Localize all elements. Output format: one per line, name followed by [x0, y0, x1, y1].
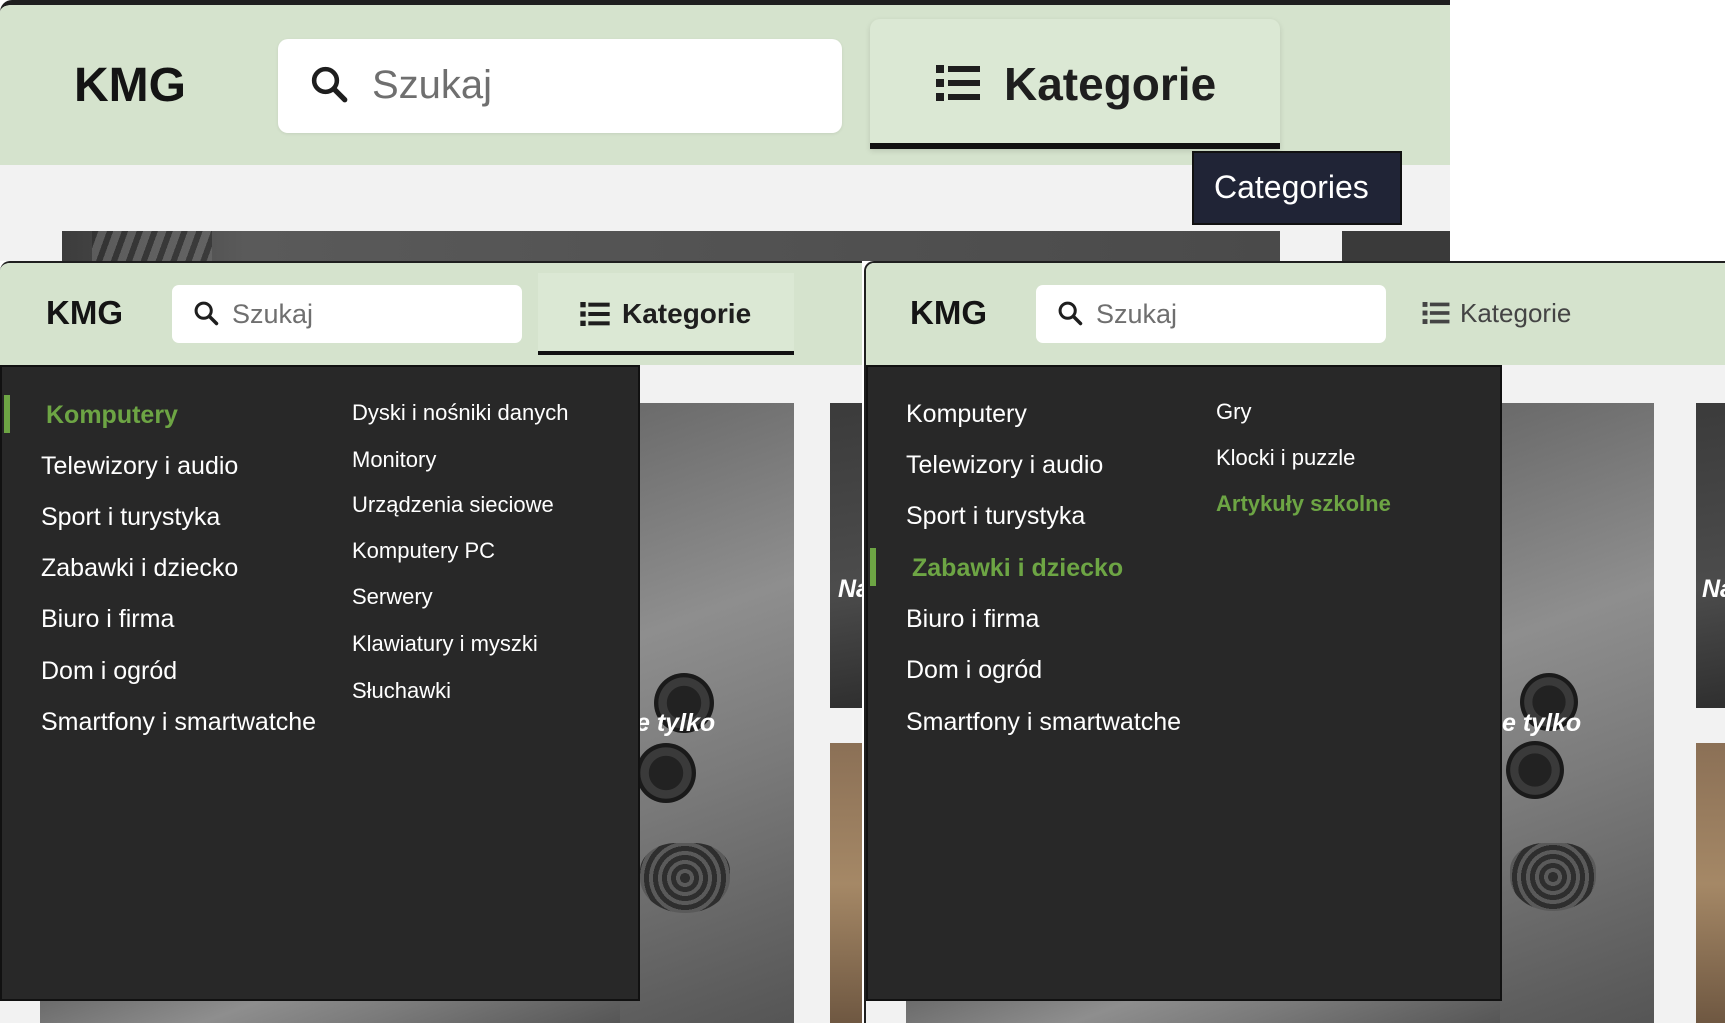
- search-icon: [194, 301, 219, 326]
- category-item-smartfony[interactable]: Smartfony i smartwatche: [906, 708, 1181, 737]
- product-photo[interactable]: e tylko: [620, 403, 794, 1023]
- plant-leaf-image: [92, 231, 212, 261]
- category-item-zabawki[interactable]: Zabawki i dziecko: [912, 554, 1123, 583]
- product-photo[interactable]: Na: [830, 403, 862, 708]
- search-placeholder: Szukaj: [372, 63, 493, 107]
- categories-dropdown: Komputery Telewizory i audio Sport i tur…: [866, 365, 1502, 1001]
- product-photo[interactable]: [906, 998, 1500, 1023]
- categories-button[interactable]: Kategorie: [538, 273, 794, 355]
- subcategory-item[interactable]: Klawiatury i myszki: [352, 631, 538, 657]
- search-icon: [1058, 301, 1083, 326]
- site-header: KMG Szukaj Kategorie: [866, 263, 1725, 365]
- category-item-dom[interactable]: Dom i ogród: [41, 657, 177, 686]
- subcategory-item[interactable]: Serwery: [352, 584, 433, 610]
- product-photo[interactable]: e tylko: [1500, 403, 1654, 1023]
- list-icon: [580, 302, 610, 326]
- categories-button-label: Kategorie: [1460, 298, 1572, 328]
- categories-button[interactable]: Kategorie: [1422, 273, 1642, 355]
- category-item-biuro[interactable]: Biuro i firma: [41, 605, 174, 634]
- coffee-cup-image: [636, 743, 696, 803]
- category-item-komputery[interactable]: Komputery: [906, 400, 1027, 429]
- categories-dropdown: Komputery Telewizory i audio Sport i tur…: [0, 365, 640, 1001]
- category-item-biuro[interactable]: Biuro i firma: [906, 605, 1039, 634]
- list-icon: [936, 65, 980, 101]
- gamepad-image: [640, 843, 730, 913]
- product-photo[interactable]: Na: [1696, 403, 1725, 708]
- categories-button-label: Kategorie: [622, 298, 752, 329]
- side-banner-image: [1342, 231, 1450, 261]
- site-header: KMG Szukaj Kategorie: [0, 5, 1450, 165]
- subcategory-item[interactable]: Słuchawki: [352, 678, 451, 704]
- search-input[interactable]: Szukaj: [1036, 285, 1386, 343]
- subcategory-item-hovered[interactable]: Artykuły szkolne: [1216, 491, 1391, 517]
- search-placeholder: Szukaj: [232, 299, 314, 329]
- subcategory-item[interactable]: Klocki i puzzle: [1216, 445, 1355, 471]
- active-category-indicator: [870, 548, 876, 586]
- site-logo[interactable]: KMG: [46, 294, 123, 332]
- subcategory-item[interactable]: Gry: [1216, 399, 1251, 425]
- category-item-sport[interactable]: Sport i turystyka: [41, 503, 220, 532]
- product-photo[interactable]: [1696, 743, 1725, 1023]
- category-item-telewizory[interactable]: Telewizory i audio: [906, 451, 1103, 480]
- subcategory-item[interactable]: Dyski i nośniki danych: [352, 400, 568, 426]
- category-item-komputery[interactable]: Komputery: [46, 401, 178, 430]
- site-header: KMG Szukaj Kategorie: [0, 263, 862, 365]
- list-icon: [1422, 302, 1450, 324]
- banner-text: e tylko: [1502, 709, 1582, 737]
- zoomed-header-panel: KMG Szukaj Kategorie Categories: [0, 0, 1450, 261]
- menu-state-komputery: KMG Szukaj Kategorie e tylko Na: [0, 261, 862, 1023]
- coffee-cup-image: [1506, 741, 1564, 799]
- active-category-indicator: [4, 395, 10, 433]
- gamepad-image: [1510, 843, 1596, 911]
- banner-text: Na: [1702, 575, 1725, 603]
- category-item-smartfony[interactable]: Smartfony i smartwatche: [41, 708, 316, 737]
- site-logo[interactable]: KMG: [74, 58, 186, 113]
- subcategory-item[interactable]: Komputery PC: [352, 538, 495, 564]
- banner-text: Na: [838, 575, 862, 603]
- category-item-dom[interactable]: Dom i ogród: [906, 656, 1042, 685]
- search-placeholder: Szukaj: [1096, 299, 1178, 329]
- subcategory-item[interactable]: Monitory: [352, 447, 436, 473]
- categories-tooltip: Categories: [1192, 151, 1402, 225]
- site-logo[interactable]: KMG: [910, 294, 987, 332]
- product-photo[interactable]: [830, 743, 862, 1023]
- category-item-zabawki[interactable]: Zabawki i dziecko: [41, 554, 238, 583]
- search-icon: [311, 66, 348, 103]
- categories-button[interactable]: Kategorie: [870, 19, 1280, 149]
- category-item-sport[interactable]: Sport i turystyka: [906, 502, 1085, 531]
- hero-banner-image: [62, 231, 1280, 261]
- menu-state-zabawki: KMG Szukaj Kategorie e tylko Na Komp: [864, 261, 1725, 1023]
- search-input[interactable]: Szukaj: [172, 285, 522, 343]
- categories-button-label: Kategorie: [1004, 58, 1217, 110]
- category-item-telewizory[interactable]: Telewizory i audio: [41, 452, 238, 481]
- search-input[interactable]: Szukaj: [278, 39, 842, 133]
- banner-text: e tylko: [636, 709, 716, 737]
- product-photo[interactable]: [40, 998, 620, 1023]
- subcategory-item[interactable]: Urządzenia sieciowe: [352, 492, 554, 518]
